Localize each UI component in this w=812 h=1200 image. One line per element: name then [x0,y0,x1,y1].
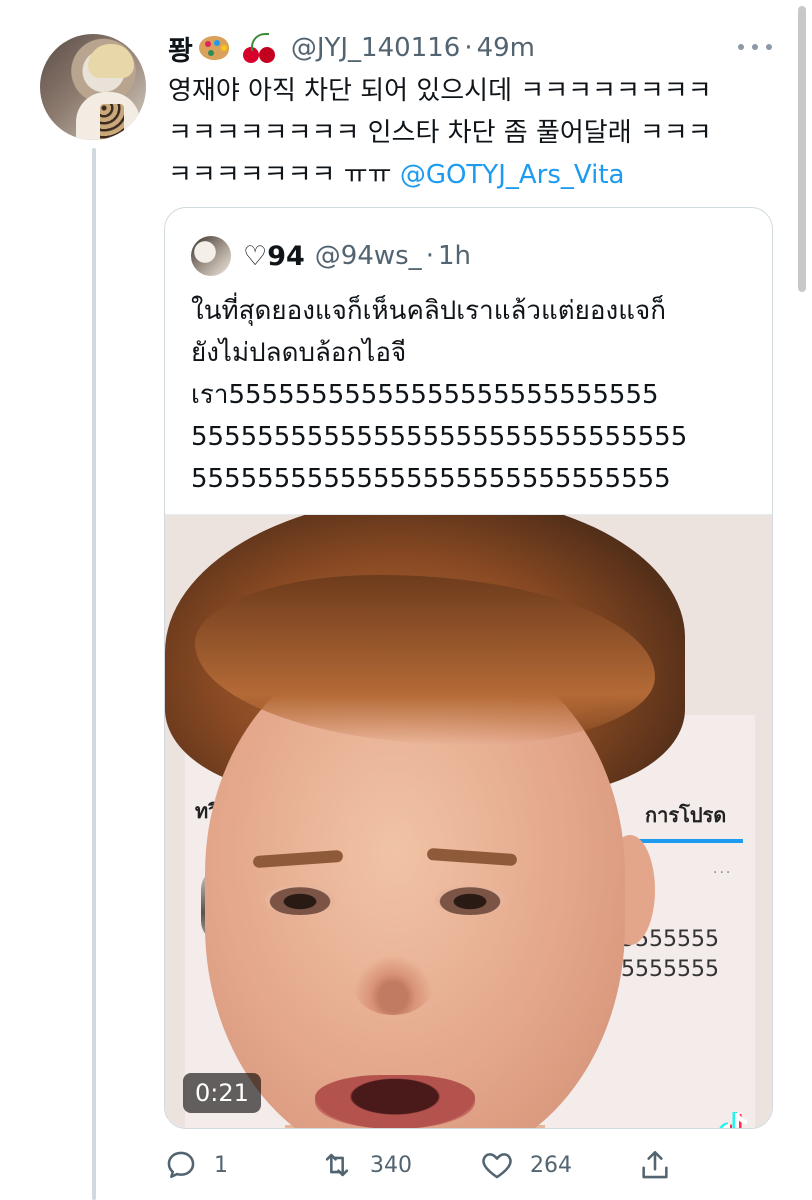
retweet-button[interactable]: 340 [320,1140,412,1190]
quoted-text-line: ในที่สุดยองแจก็เห็นคลิปเราแล้วแต่ยองแจก็ [191,296,666,326]
quoted-text-line: 555555555555555555555555555555 [191,422,688,452]
tweet-text-line-content: ㅋㅋㅋㅋㅋㅋㅋ ㅠㅠ [168,160,392,190]
video-player[interactable]: ทวี การโปรด ··· 55555555555 55555555555 … [165,514,772,1128]
quoted-tweet-header: ♡94 @94ws_ · 1h [191,234,471,278]
like-button[interactable]: 264 [480,1140,572,1190]
mention-link[interactable]: @GOTYJ_Ars_Vita [400,160,625,190]
quoted-tweet-card[interactable]: ♡94 @94ws_ · 1h ในที่สุดยองแจก็เห็นคลิปเ… [164,207,773,1129]
video-background-tab-underline [639,839,743,843]
quoted-avatar[interactable] [191,236,231,276]
display-name[interactable]: 퐝 [168,29,193,68]
heart-icon [482,1153,512,1179]
person-nose [353,955,433,1015]
avatar-hair [88,44,134,78]
reply-icon [167,1151,195,1179]
quoted-display-name: ♡94 [243,240,305,272]
share-button[interactable] [638,1140,672,1190]
quoted-text-line: ยังไม่ปลดบล้อกไอจี [191,338,407,368]
avatar[interactable] [40,34,146,140]
tweet-text: 영재야 아직 차단 되어 있으시데 ㅋㅋㅋㅋㅋㅋㅋㅋ ㅋㅋㅋㅋㅋㅋㅋㅋ 인스타 … [168,70,778,196]
quoted-text-line: เรา55555555555555555555555555 [191,380,659,410]
share-icon [642,1150,668,1179]
person-eye-left [265,885,335,915]
like-count: 264 [530,1152,572,1178]
more-options-icon[interactable] [738,40,772,54]
scrollbar[interactable] [798,6,806,292]
tweet-text-line: 영재야 아직 차단 되어 있으시데 ㅋㅋㅋㅋㅋㅋㅋㅋ [168,76,712,106]
quoted-text-line: 55555555555555555555555555555 [191,464,671,494]
tweet-text-line: ㅋㅋㅋㅋㅋㅋㅋㅋ 인스타 차단 좀 풀어달래 ㅋㅋㅋ [168,118,712,148]
tweet-text-line: ㅋㅋㅋㅋㅋㅋㅋ ㅠㅠ @GOTYJ_Ars_Vita [168,154,778,196]
header-separator: · [464,33,473,63]
tweet-actions-bar: 1 340 264 [164,1140,764,1190]
video-background-tab-right: การโปรด [645,803,727,827]
retweet-count: 340 [370,1152,412,1178]
tiktok-watermark-icon [719,1112,748,1128]
quoted-header-separator: · [425,241,434,271]
avatar-leopard-print [100,104,124,140]
palette-emoji-icon [198,36,229,60]
thread-connector-line [92,148,96,1200]
quoted-tweet-text: ในที่สุดยองแจก็เห็นคลิปเราแล้วแต่ยองแจก็… [191,290,761,500]
quoted-user-handle: @94ws_ [314,241,422,271]
person-eye-right [435,885,505,915]
reply-count: 1 [214,1152,228,1178]
person-mouth [315,1075,475,1128]
retweet-icon [325,1153,349,1177]
tweet-timestamp[interactable]: 49m [477,33,535,63]
cherries-emoji-icon [241,31,279,65]
tweet-header: 퐝 @JYJ_140116 · 49m [168,28,535,68]
quoted-timestamp: 1h [437,241,471,271]
reply-button[interactable]: 1 [164,1140,228,1190]
video-background-more-dots: ··· [713,865,733,881]
user-handle[interactable]: @JYJ_140116 [291,33,460,63]
video-duration-badge: 0:21 [183,1073,261,1113]
